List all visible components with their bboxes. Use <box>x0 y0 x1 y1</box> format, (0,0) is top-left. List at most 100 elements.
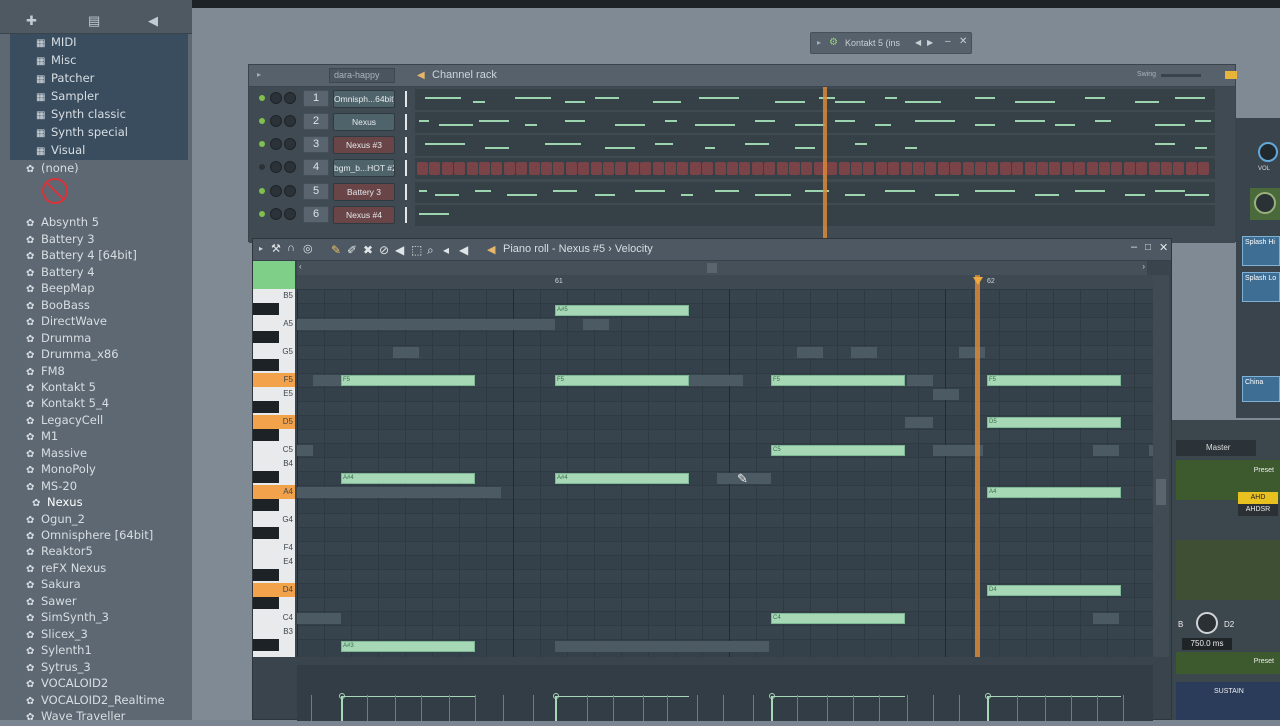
channel-led[interactable] <box>259 164 265 170</box>
close-icon[interactable]: ✕ <box>1159 241 1168 254</box>
channel-row[interactable]: 5 Battery 3 <box>257 181 1227 203</box>
file-icon[interactable]: ▤ <box>88 13 100 29</box>
ahdsr-button[interactable]: AHDSR <box>1238 504 1278 516</box>
velocity-bar[interactable] <box>555 697 557 721</box>
playback-icon[interactable]: ◂ <box>443 243 449 257</box>
browser-item[interactable]: ✿ Kontakt 5 <box>26 379 96 396</box>
volume-knob[interactable] <box>284 185 296 197</box>
note[interactable]: F5 <box>555 375 689 386</box>
piano-black-key[interactable] <box>253 597 279 609</box>
piano-key[interactable]: C4 <box>253 611 295 625</box>
piano-black-key[interactable] <box>253 639 279 651</box>
browser-item[interactable]: ✿ LegacyCell <box>26 412 103 429</box>
channel-row[interactable]: 2 Nexus <box>257 111 1227 133</box>
minimize-icon[interactable]: – <box>945 36 951 47</box>
step-button[interactable] <box>776 162 788 175</box>
step-button[interactable] <box>875 162 887 175</box>
piano-black-key[interactable] <box>253 401 279 413</box>
splash-hi-pad[interactable]: Splash Hi <box>1242 236 1280 266</box>
step-button[interactable] <box>1024 162 1036 175</box>
channel-pattern-preview[interactable] <box>415 112 1215 133</box>
step-button[interactable] <box>1037 162 1048 175</box>
browser-item[interactable]: ✿ Absynth 5 <box>26 214 99 231</box>
decay-knob[interactable] <box>1196 612 1218 634</box>
volume-knob[interactable] <box>284 115 296 127</box>
vol-knob[interactable] <box>1258 142 1278 162</box>
step-button[interactable] <box>590 162 602 175</box>
channel-number[interactable]: 2 <box>303 113 329 130</box>
browser-item[interactable]: ✿ Omnisphere [64bit] <box>26 527 153 544</box>
step-button[interactable] <box>1099 162 1110 175</box>
channel-led[interactable] <box>259 141 265 147</box>
piano-key[interactable]: C5 <box>253 443 295 457</box>
volume-knob[interactable] <box>284 161 296 173</box>
mute-tool-icon[interactable]: ⊘ <box>379 243 389 257</box>
delete-tool-icon[interactable]: ✖ <box>363 243 373 257</box>
browser-item[interactable]: ✿ Battery 3 <box>26 231 95 248</box>
speaker-icon[interactable]: ◀ <box>148 13 158 29</box>
slice-icon[interactable]: ◀ <box>395 243 404 257</box>
browser-item[interactable]: ✿ Sawer <box>26 593 77 610</box>
piano-key[interactable]: A5 <box>253 317 295 331</box>
pan-knob[interactable] <box>270 161 282 173</box>
step-button[interactable] <box>1074 162 1086 175</box>
step-button[interactable] <box>925 162 937 175</box>
browser-item[interactable]: ✿ M1 <box>26 428 58 445</box>
step-button[interactable] <box>987 162 999 175</box>
velocity-lane[interactable] <box>297 665 1153 721</box>
browser-item[interactable]: ✿ Drumma_x86 <box>26 346 119 363</box>
maximize-icon[interactable]: □ <box>1145 242 1151 253</box>
channel-select-bar[interactable] <box>405 207 407 223</box>
browser-item[interactable]: ✿ Sytrus_3 <box>26 659 91 676</box>
horizontal-scrollbar[interactable]: ‹ › <box>297 261 1147 275</box>
piano-key[interactable]: B4 <box>253 457 295 471</box>
channel-select-bar[interactable] <box>405 137 407 153</box>
channel-pattern-preview[interactable] <box>415 182 1215 203</box>
step-button[interactable] <box>950 162 962 175</box>
piano-black-key[interactable] <box>253 359 279 371</box>
step-button[interactable] <box>1049 162 1061 175</box>
note[interactable]: A#4 <box>555 473 689 484</box>
channel-led[interactable] <box>259 211 265 217</box>
step-button[interactable] <box>751 162 763 175</box>
channel-name-button[interactable]: Nexus <box>333 113 395 131</box>
bar-ruler[interactable]: 61 62 <box>297 275 1153 289</box>
piano-key[interactable]: D5 <box>253 415 295 429</box>
piano-key[interactable]: D4 <box>253 583 295 597</box>
channel-row[interactable]: 4 bgm_b...HOT #2 <box>257 157 1227 179</box>
next-icon[interactable]: ▶ <box>927 38 933 47</box>
kontakt-window-titlebar[interactable]: ▸ ⚙ Kontakt 5 (ins ◀ ▶ – ✕ <box>810 32 972 54</box>
pan-knob[interactable] <box>270 208 282 220</box>
note[interactable]: F5 <box>987 375 1121 386</box>
channel-select-bar[interactable] <box>405 184 407 200</box>
step-button[interactable] <box>1198 162 1210 175</box>
volume-knob[interactable] <box>284 138 296 150</box>
channel-name-button[interactable]: Battery 3 <box>333 183 395 201</box>
channel-number[interactable]: 4 <box>303 159 329 176</box>
channel-name-button[interactable]: bgm_b...HOT #2 <box>333 159 395 177</box>
piano-key[interactable]: F4 <box>253 541 295 555</box>
volume-knob[interactable] <box>284 208 296 220</box>
velocity-bar[interactable] <box>341 697 343 721</box>
channel-select-bar[interactable] <box>405 91 407 107</box>
note[interactable]: F5 <box>771 375 905 386</box>
step-button[interactable] <box>640 162 652 175</box>
wrench-icon[interactable]: ⚒ <box>271 242 281 255</box>
step-button[interactable] <box>677 162 689 175</box>
step-button[interactable] <box>652 162 664 175</box>
playhead[interactable] <box>975 275 980 657</box>
step-button[interactable] <box>1161 162 1172 175</box>
playhead-marker[interactable] <box>973 277 983 285</box>
folder-synth-classic[interactable]: ▦ Synth classic <box>36 106 126 123</box>
browser-item[interactable]: ✿ SimSynth_3 <box>26 609 109 626</box>
scroll-left-icon[interactable]: ‹ <box>299 262 302 271</box>
step-button[interactable] <box>479 162 490 175</box>
channel-name-button[interactable]: Omnisph...64bit] <box>333 90 395 108</box>
channel-select-bar[interactable] <box>405 160 407 176</box>
step-button[interactable] <box>851 162 862 175</box>
channel-pattern-preview[interactable] <box>415 158 1215 179</box>
note[interactable]: C4 <box>771 613 905 624</box>
step-button[interactable] <box>863 162 875 175</box>
browser-item[interactable]: ✿ Wave Traveller <box>26 708 125 725</box>
piano-black-key[interactable] <box>253 331 279 343</box>
